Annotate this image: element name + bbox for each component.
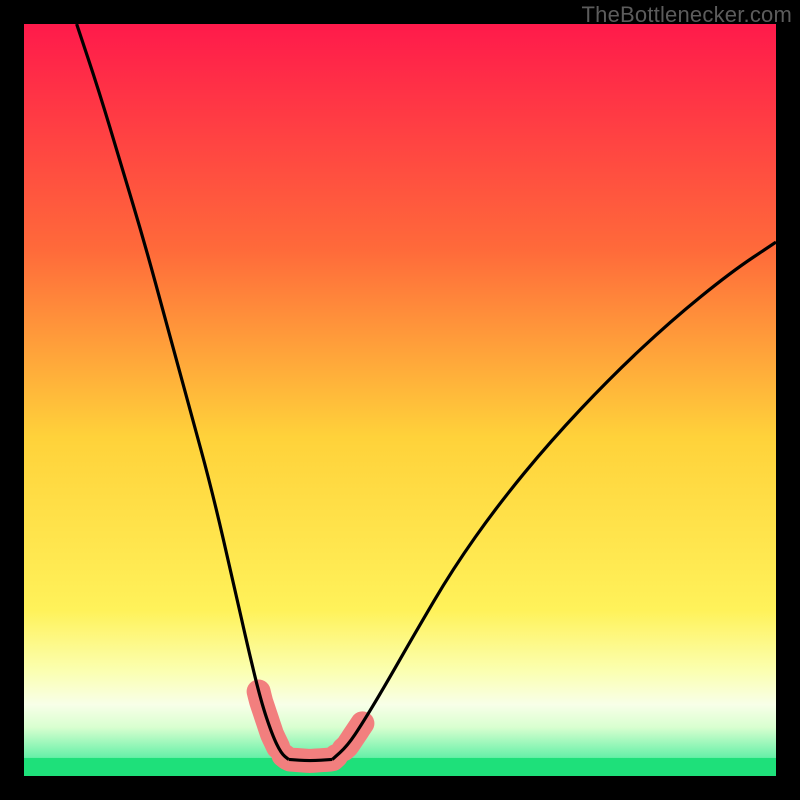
gradient-background xyxy=(24,24,776,776)
bottleneck-chart xyxy=(24,24,776,776)
chart-frame: TheBottlenecker.com xyxy=(0,0,800,800)
valley-floor-curve xyxy=(289,759,333,760)
green-bottom-strip xyxy=(24,758,776,776)
